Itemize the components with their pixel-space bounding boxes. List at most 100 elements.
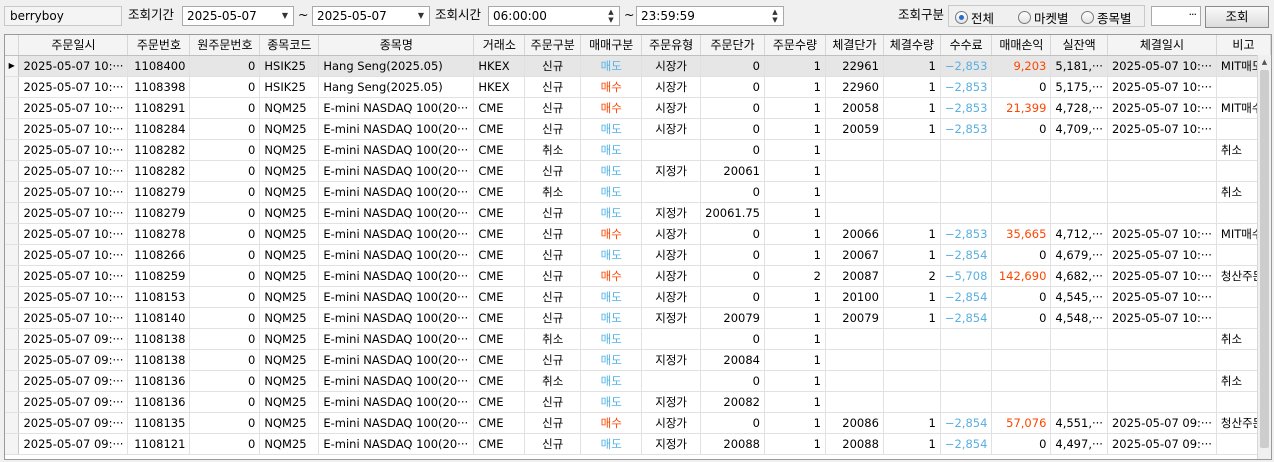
code-input[interactable]: ··· [1151,6,1201,26]
cell-symbol-code: HSIK25 [259,76,320,98]
radio-market[interactable]: 마켓별 [1018,8,1069,27]
cell-exchange: CME [473,160,526,182]
column-header-symbol-code[interactable]: 종목코드 [259,35,320,56]
column-header-fill-qty[interactable]: 체결수량 [883,35,941,56]
table-row[interactable]: 2025-05-07 10:··· 1108279 0 NQM25 E-mini NAS… [5,181,1271,203]
row-indicator[interactable] [5,307,20,329]
table-row[interactable]: 2025-05-07 09:··· 1108136 0 NQM25 E-mini NAS… [5,370,1271,392]
cell-order-no: 1108291 [127,97,191,119]
table-row[interactable]: 2025-05-07 10:··· 1108291 0 NQM25 E-mini NAS… [5,97,1271,119]
table-row[interactable]: 2025-05-07 10:··· 1108279 0 NQM25 E-mini NAS… [5,202,1271,224]
row-indicator[interactable] [5,265,20,287]
cell-price-type: 시장가 [641,76,702,98]
time-to-spinner[interactable]: 23:59:59 ▲ ▼ [636,6,784,26]
column-header-trade-pl[interactable]: 매매손익 [991,35,1052,56]
row-indicator[interactable] [5,202,20,224]
column-header-symbol-name[interactable]: 종목명 [318,35,475,56]
cell-trade-pl [991,160,1052,182]
spin-down-icon[interactable]: ▼ [604,16,618,24]
row-indicator[interactable] [5,433,20,455]
radio-symbol[interactable]: 종목별 [1081,8,1132,27]
cell-order-qty: 1 [764,286,826,308]
column-header-fill-price[interactable]: 체결단가 [825,35,884,56]
scroll-up-icon[interactable]: ▲ [1258,55,1271,69]
table-row[interactable]: 2025-05-07 10:··· 1108140 0 NQM25 E-mini NAS… [5,307,1271,329]
table-row[interactable]: 2025-05-07 09:··· 1108138 0 NQM25 E-mini NAS… [5,349,1271,371]
table-row[interactable]: 2025-05-07 10:··· 1108259 0 NQM25 E-mini NAS… [5,265,1271,287]
scrollbar-thumb[interactable] [1260,70,1269,448]
table-row[interactable]: 2025-05-07 10:··· 1108278 0 NQM25 E-mini NAS… [5,223,1271,245]
row-indicator[interactable] [5,328,20,350]
table-row[interactable]: 2025-05-07 09:··· 1108136 0 NQM25 E-mini NAS… [5,391,1271,413]
query-button[interactable]: 조회 [1205,6,1269,28]
table-row[interactable]: 2025-05-07 10:··· 1108153 0 NQM25 E-mini NAS… [5,286,1271,308]
column-header-orig-order-no[interactable]: 원주문번호 [189,35,261,56]
spin-up-icon[interactable]: ▲ [768,8,782,16]
cell-price-type: 시장가 [641,412,702,434]
time-from-spinner[interactable]: 06:00:00 ▲ ▼ [488,6,620,26]
column-header-order-no[interactable]: 주문번호 [127,35,191,56]
column-header-order-kind[interactable]: 주문구분 [524,35,582,56]
column-header-price-type[interactable]: 주문유형 [641,35,702,56]
chevron-down-icon[interactable]: ▼ [278,8,292,24]
row-indicator[interactable] [5,286,20,308]
vertical-scrollbar[interactable]: ▲ [1257,55,1271,459]
cell-exchange: CME [473,349,526,371]
row-indicator[interactable] [5,391,20,413]
cell-fill-price: 22961 [825,55,884,77]
table-row[interactable]: 2025-05-07 09:··· 1108138 0 NQM25 E-mini NAS… [5,328,1271,350]
user-id-field[interactable]: berryboy [4,6,122,26]
column-header-fee[interactable]: 수수료 [940,35,993,56]
cell-symbol-code: NQM25 [259,433,320,455]
row-indicator[interactable] [5,160,20,182]
table-row[interactable]: 2025-05-07 10:··· 1108284 0 NQM25 E-mini NAS… [5,118,1271,140]
column-header-exchange[interactable]: 거래소 [473,35,526,56]
row-indicator[interactable] [5,97,20,119]
time-to-value: 23:59:59 [641,9,695,23]
cell-order-kind: 취소 [524,370,582,392]
cell-fill-time: 2025-05-07 10:··· [1107,265,1217,287]
column-header-order-time[interactable]: 주문일시 [18,35,129,56]
cell-orig-order-no: 0 [189,244,261,266]
cell-exchange: CME [473,97,526,119]
radio-all[interactable]: 전체 [955,8,994,27]
table-row[interactable]: ▶ 2025-05-07 10:··· 1108400 0 HSIK25 Hang Sen… [5,55,1271,77]
more-icon[interactable]: ··· [1189,8,1197,21]
table-row[interactable]: 2025-05-07 10:··· 1108282 0 NQM25 E-mini NAS… [5,160,1271,182]
column-header-note[interactable]: 비고 [1216,35,1271,56]
column-header-order-qty[interactable]: 주문수량 [764,35,826,56]
table-row[interactable]: 2025-05-07 09:··· 1108135 0 NQM25 E-mini NAS… [5,412,1271,434]
cell-order-price: 0 [700,328,765,350]
row-indicator[interactable] [5,76,20,98]
table-row[interactable]: 2025-05-07 09:··· 1108121 0 NQM25 E-mini NAS… [5,433,1271,455]
date-from-picker[interactable]: 2025-05-07 ▼ [182,6,294,26]
table-row[interactable]: 2025-05-07 10:··· 1108266 0 NQM25 E-mini NAS… [5,244,1271,266]
cell-order-qty: 1 [764,55,826,77]
column-header-balance[interactable]: 실잔액 [1050,35,1108,56]
row-indicator[interactable] [5,370,20,392]
row-indicator[interactable] [5,181,20,203]
column-header-order-price[interactable]: 주문단가 [700,35,765,56]
spin-down-icon[interactable]: ▼ [768,16,782,24]
date-to-picker[interactable]: 2025-05-07 ▼ [312,6,430,26]
row-indicator[interactable] [5,223,20,245]
row-indicator[interactable] [5,118,20,140]
row-indicator[interactable] [5,412,20,434]
table-row[interactable]: 2025-05-07 10:··· 1108398 0 HSIK25 Hang Seng… [5,76,1271,98]
table-row[interactable]: 2025-05-07 10:··· 1108282 0 NQM25 E-mini NAS… [5,139,1271,161]
cell-fill-qty: 1 [883,307,941,329]
cell-fill-price [825,370,884,392]
chevron-down-icon[interactable]: ▼ [414,8,428,24]
column-header-fill-time[interactable]: 체결일시 [1107,35,1217,56]
row-indicator[interactable] [5,349,20,371]
cell-order-qty: 1 [764,349,826,371]
row-indicator[interactable] [5,139,20,161]
cell-order-kind: 신규 [524,244,582,266]
row-pointer-icon[interactable]: ▶ [5,55,20,77]
cell-order-price: 0 [700,412,765,434]
column-header-side[interactable]: 매매구분 [580,35,643,56]
spin-up-icon[interactable]: ▲ [604,8,618,16]
row-indicator[interactable] [5,244,20,266]
cell-fill-price: 20059 [825,118,884,140]
cell-fill-qty: 1 [883,118,941,140]
